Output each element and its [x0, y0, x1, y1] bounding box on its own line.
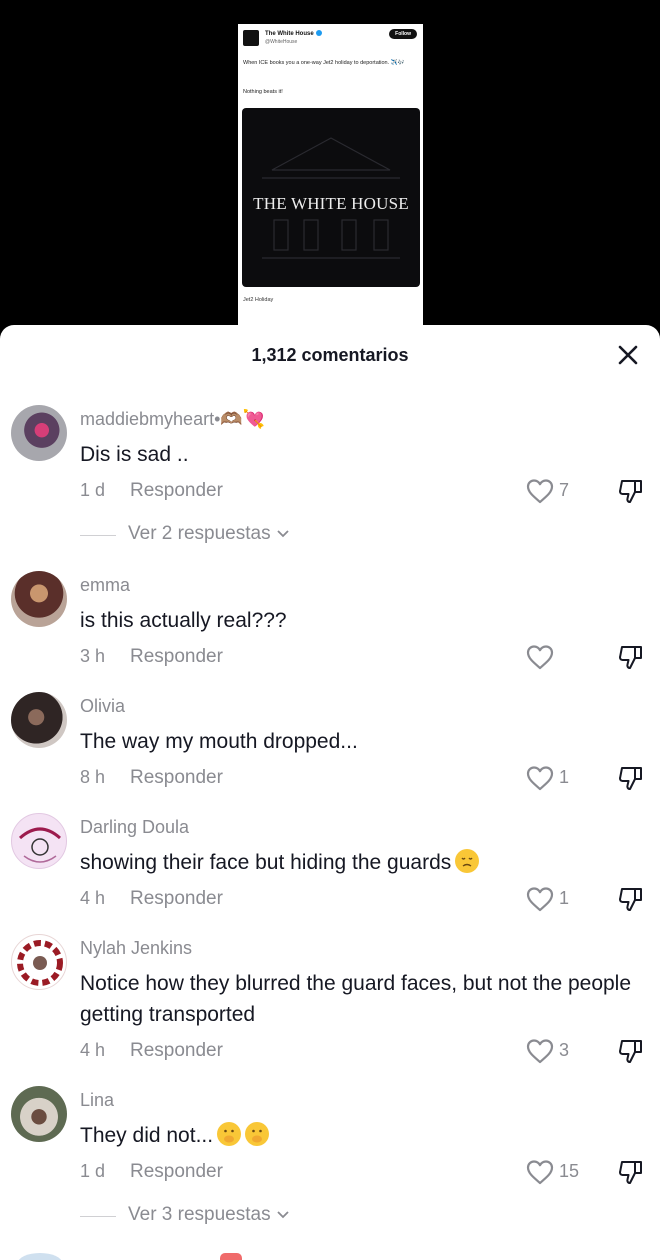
like-count: 3 [559, 1040, 570, 1060]
video-player[interactable]: The White House @WhiteHouse Follow When … [0, 0, 660, 330]
thumbs-down-icon[interactable] [617, 643, 645, 671]
avatar[interactable] [11, 1086, 67, 1142]
disappointed-face-emoji [455, 849, 480, 873]
avatar[interactable] [11, 405, 67, 461]
comment-username[interactable]: Olivia [80, 696, 125, 717]
thumbs-down-icon[interactable] [617, 1158, 645, 1186]
like-count: 7 [559, 480, 570, 500]
comment-timestamp: 8 h [80, 767, 106, 787]
heart-outline-icon[interactable] [526, 1038, 554, 1064]
tweet-follow-button: Follow [389, 29, 417, 39]
comment-username[interactable]: maddiebmyheart•🫶🏽💘 [80, 409, 265, 430]
view-replies-button[interactable]: Ver 2 respuestas [80, 523, 320, 547]
like-count: 1 [559, 767, 570, 787]
avatar[interactable] [11, 571, 67, 627]
reply-button[interactable]: Responder [130, 646, 223, 668]
tweet-media: THE WHITE HOUSE [242, 108, 420, 287]
thumbs-down-icon[interactable] [617, 764, 645, 792]
comments-sheet: 1,312 comentarios maddiebmyheart•🫶🏽💘 Dis… [0, 325, 660, 1260]
tweet-text: When ICE books you a one-way Jet2 holida… [243, 60, 405, 66]
tweet-media-title: THE WHITE HOUSE [253, 194, 409, 213]
like-count: 15 [559, 1161, 580, 1181]
comment-username[interactable]: emma [80, 575, 130, 596]
thumbs-down-icon[interactable] [617, 885, 645, 913]
tweet-handle: @WhiteHouse [265, 39, 298, 45]
heart-outline-icon[interactable] [526, 886, 554, 912]
comment-username[interactable]: Darling Doula [80, 817, 189, 838]
comment-text: Notice how they blurred the guard faces,… [80, 972, 632, 1026]
view-replies-text: Ver 3 respuestas [128, 1204, 271, 1225]
comments-count-title: 1,312 comentarios [251, 345, 409, 365]
close-icon[interactable] [615, 342, 641, 368]
rose-wreath-icon [17, 940, 63, 986]
comment-username[interactable]: Nylah Jenkins [80, 938, 192, 959]
heart-outline-icon[interactable] [526, 644, 554, 670]
verified-badge-icon [315, 30, 322, 36]
face-with-hand-over-mouth-emoji [245, 1122, 270, 1146]
comment-username[interactable]: Lina [80, 1090, 114, 1111]
reply-button[interactable]: Responder [130, 1040, 223, 1062]
view-replies-label: Ver 2 respuestas [128, 523, 290, 545]
comment-text: They did not... [80, 1120, 655, 1151]
avatar[interactable] [11, 934, 67, 990]
next-comment-emoji [220, 1253, 242, 1260]
comment-text: is this actually real??? [80, 609, 287, 632]
divider [80, 1216, 116, 1217]
comment-text: Dis is sad .. [80, 443, 189, 466]
tweet-media-caption: Jet2 Holiday [243, 297, 274, 303]
comment-timestamp: 1 d [80, 1161, 106, 1181]
heart-outline-icon[interactable] [526, 478, 554, 504]
comment-text-content: showing their face but hiding the guards [80, 851, 452, 874]
comment-timestamp: 4 h [80, 1040, 106, 1060]
view-replies-text: Ver 2 respuestas [128, 523, 271, 544]
chevron-down-icon [277, 530, 289, 538]
reply-button[interactable]: Responder [130, 888, 223, 910]
chevron-down-icon [277, 1211, 289, 1219]
heart-outline-icon[interactable] [526, 1159, 554, 1185]
tweet-account-name: The White House [265, 30, 322, 37]
tweet-screenshot: The White House @WhiteHouse Follow When … [238, 24, 423, 330]
white-house-logo [243, 30, 259, 46]
comment-timestamp: 3 h [80, 646, 106, 666]
reply-button[interactable]: Responder [130, 767, 223, 789]
reply-button[interactable]: Responder [130, 1161, 223, 1183]
comment-text: showing their face but hiding the guards [80, 847, 655, 878]
doula-logo-icon [18, 827, 62, 863]
comment-timestamp: 4 h [80, 888, 106, 908]
thumbs-down-icon[interactable] [617, 1037, 645, 1065]
tweet-account-name-text: The White House [265, 31, 314, 37]
view-replies-button[interactable]: Ver 3 respuestas [80, 1204, 320, 1228]
thumbs-down-icon[interactable] [617, 477, 645, 505]
divider [80, 535, 116, 536]
heart-outline-icon[interactable] [526, 765, 554, 791]
tweet-text-secondary: Nothing beats it! [243, 89, 283, 95]
comment-timestamp: 1 d [80, 480, 106, 500]
like-count: 1 [559, 888, 570, 908]
avatar[interactable] [11, 692, 67, 748]
comment-text-content: They did not... [80, 1124, 214, 1147]
avatar[interactable] [11, 813, 67, 869]
comment-text: The way my mouth dropped... [80, 730, 358, 753]
reply-button[interactable]: Responder [130, 480, 223, 502]
next-comment-avatar [18, 1253, 62, 1260]
view-replies-label: Ver 3 respuestas [128, 1204, 290, 1226]
face-with-hand-over-mouth-emoji [217, 1122, 242, 1146]
